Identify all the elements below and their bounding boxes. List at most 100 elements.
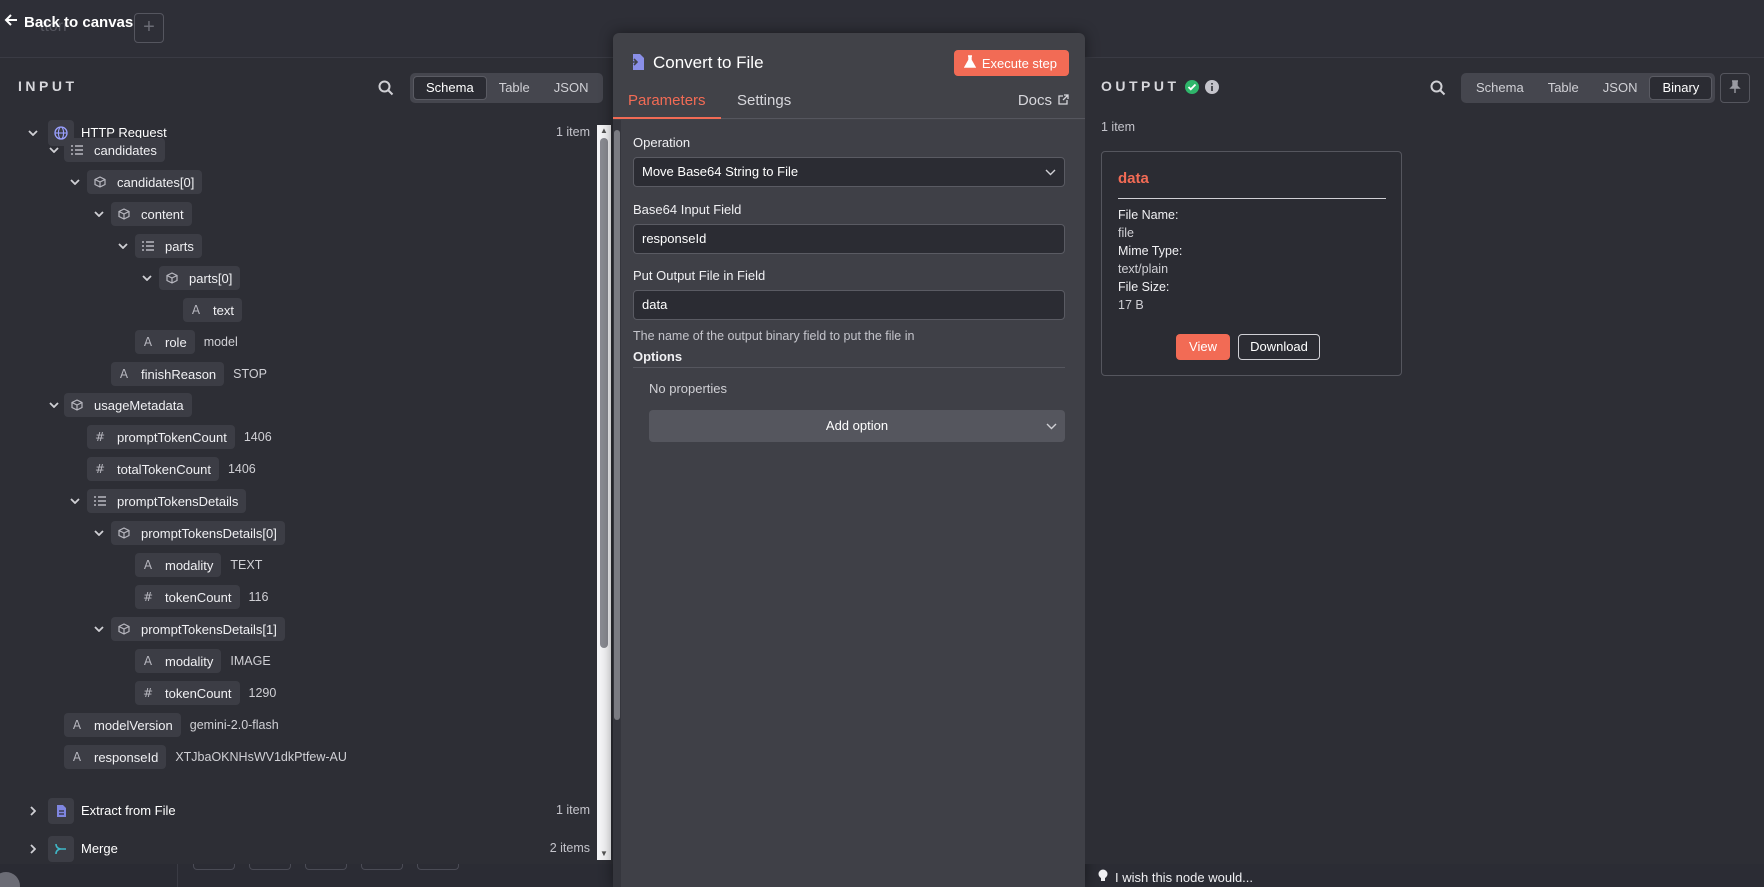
operation-select[interactable]: Move Base64 String to File bbox=[633, 157, 1065, 187]
flask-icon bbox=[963, 55, 977, 71]
chevron-right-icon[interactable] bbox=[26, 842, 40, 856]
chevron-down-icon[interactable] bbox=[26, 126, 40, 140]
tab-schema[interactable]: Schema bbox=[413, 76, 487, 100]
back-to-canvas-link[interactable]: Back to canvas bbox=[4, 12, 133, 32]
chevron-down-icon[interactable] bbox=[68, 175, 82, 189]
search-icon[interactable] bbox=[1430, 80, 1446, 96]
schema-field-key[interactable]: Atext bbox=[183, 298, 242, 322]
schema-field-key[interactable]: candidates bbox=[64, 138, 165, 162]
schema-field-key[interactable]: parts bbox=[135, 234, 202, 258]
pin-data-button[interactable] bbox=[1720, 73, 1750, 103]
list-icon bbox=[141, 239, 155, 253]
list-icon bbox=[70, 143, 84, 157]
no-properties-text: No properties bbox=[649, 381, 728, 396]
execute-step-button[interactable]: Execute step bbox=[953, 50, 1069, 76]
schema-field-key[interactable]: # promptTokenCount bbox=[87, 425, 235, 449]
schema-field-key[interactable]: candidates[0] bbox=[87, 170, 203, 194]
schema-field-key[interactable]: # tokenCount bbox=[135, 681, 240, 705]
tab-table[interactable]: Table bbox=[1536, 76, 1591, 100]
field-key-label: content bbox=[141, 206, 184, 222]
field-value: gemini-2.0-flash bbox=[189, 718, 279, 732]
text-type-icon: A bbox=[72, 718, 82, 732]
tab-schema[interactable]: Schema bbox=[1464, 76, 1536, 100]
schema-field-key[interactable]: Arole bbox=[135, 330, 195, 354]
field-value: 1406 bbox=[227, 462, 256, 476]
chevron-right-icon[interactable] bbox=[26, 804, 40, 818]
external-link-icon bbox=[1058, 92, 1069, 109]
success-check-icon bbox=[1185, 80, 1199, 97]
field-key-label: parts[0] bbox=[189, 270, 233, 286]
schema-field-key[interactable]: promptTokensDetails[0] bbox=[111, 521, 285, 545]
pin-icon bbox=[1729, 79, 1741, 97]
schema-field-key[interactable]: AfinishReason bbox=[111, 362, 225, 386]
tab-json[interactable]: JSON bbox=[1591, 76, 1650, 100]
field-key-label: promptTokensDetails bbox=[117, 493, 239, 509]
field-key-label: promptTokensDetails[0] bbox=[141, 525, 277, 541]
input-scrollbar-thumb[interactable] bbox=[600, 138, 608, 648]
output-file-field[interactable]: data bbox=[633, 290, 1065, 320]
chevron-down-icon[interactable] bbox=[47, 143, 61, 157]
number-type-icon: # bbox=[94, 462, 106, 476]
schema-field-key[interactable]: usageMetadata bbox=[64, 393, 192, 417]
chevron-down-icon[interactable] bbox=[68, 494, 82, 508]
tab-json[interactable]: JSON bbox=[542, 76, 601, 100]
tab-parameters[interactable]: Parameters bbox=[613, 92, 720, 119]
output-field-value: data bbox=[642, 297, 668, 312]
schema-field-key[interactable]: # totalTokenCount bbox=[87, 457, 219, 481]
schema-field-key[interactable]: content bbox=[111, 202, 192, 226]
mime-type-label: Mime Type: bbox=[1118, 244, 1183, 258]
schema-field-key[interactable]: parts[0] bbox=[159, 266, 241, 290]
field-key-label: role bbox=[165, 334, 187, 350]
field-key-label: modality bbox=[165, 557, 214, 573]
field-key-label: candidates[0] bbox=[117, 174, 195, 190]
chevron-down-icon[interactable] bbox=[92, 526, 106, 540]
tab-binary[interactable]: Binary bbox=[1649, 76, 1713, 100]
tab-table[interactable]: Table bbox=[487, 76, 542, 100]
schema-field-key[interactable]: # tokenCount bbox=[135, 585, 240, 609]
search-icon[interactable] bbox=[378, 80, 394, 96]
field-key-label: promptTokensDetails[1] bbox=[141, 621, 277, 637]
field-key-label: modelVersion bbox=[94, 717, 173, 733]
text-type-icon: A bbox=[119, 367, 129, 381]
chevron-down-icon[interactable] bbox=[116, 239, 130, 253]
docs-link[interactable]: Docs bbox=[1018, 92, 1069, 109]
back-label: Back to canvas bbox=[24, 13, 134, 31]
field-key-label: tokenCount bbox=[165, 685, 232, 701]
schema-field-key[interactable]: AmodelVersion bbox=[64, 713, 181, 737]
schema-field-key[interactable]: promptTokensDetails[1] bbox=[111, 617, 285, 641]
editor-scrollbar-thumb[interactable] bbox=[614, 130, 620, 720]
view-button[interactable]: View bbox=[1176, 334, 1230, 360]
schema-field-key[interactable]: Amodality bbox=[135, 553, 222, 577]
schema-field-key[interactable]: Amodality bbox=[135, 649, 222, 673]
node-extract-from-file[interactable]: Extract from File 1 item bbox=[0, 796, 590, 826]
field-value: model bbox=[203, 335, 238, 349]
input-label: INPUT bbox=[18, 78, 78, 94]
chevron-down-icon[interactable] bbox=[92, 207, 106, 221]
info-icon[interactable] bbox=[1205, 80, 1219, 97]
scroll-down-arrow[interactable]: ▼ bbox=[600, 849, 608, 858]
node-item-count: 2 items bbox=[549, 841, 590, 855]
field-key-label: responseId bbox=[94, 749, 159, 765]
add-option-button[interactable]: Add option bbox=[649, 410, 1065, 442]
editor-scrollbar[interactable] bbox=[613, 120, 621, 887]
field-value: 1406 bbox=[243, 430, 272, 444]
node-merge[interactable]: Merge 2 items bbox=[0, 834, 590, 864]
field-key-label: finishReason bbox=[141, 366, 217, 382]
schema-field-key[interactable]: promptTokensDetails bbox=[87, 489, 247, 513]
chevron-down-icon[interactable] bbox=[47, 398, 61, 412]
chevron-down-icon[interactable] bbox=[92, 622, 106, 636]
field-key-label: parts bbox=[165, 238, 194, 254]
download-button[interactable]: Download bbox=[1238, 334, 1320, 360]
chevron-down-icon[interactable] bbox=[140, 271, 154, 285]
cube-icon bbox=[93, 175, 107, 189]
schema-field-key[interactable]: AresponseId bbox=[64, 745, 167, 769]
feedback-text: I wish this node would... bbox=[1115, 870, 1254, 885]
base64-field-label: Base64 Input Field bbox=[633, 202, 742, 217]
tab-settings[interactable]: Settings bbox=[737, 92, 791, 109]
add-node-button[interactable]: + bbox=[134, 13, 164, 43]
feedback-link[interactable]: I wish this node would... bbox=[1097, 869, 1253, 886]
cube-icon bbox=[117, 622, 131, 636]
field-key-label: candidates bbox=[94, 142, 157, 158]
base64-input-field[interactable]: responseId bbox=[633, 224, 1065, 254]
scroll-up-arrow[interactable]: ▲ bbox=[600, 126, 608, 135]
